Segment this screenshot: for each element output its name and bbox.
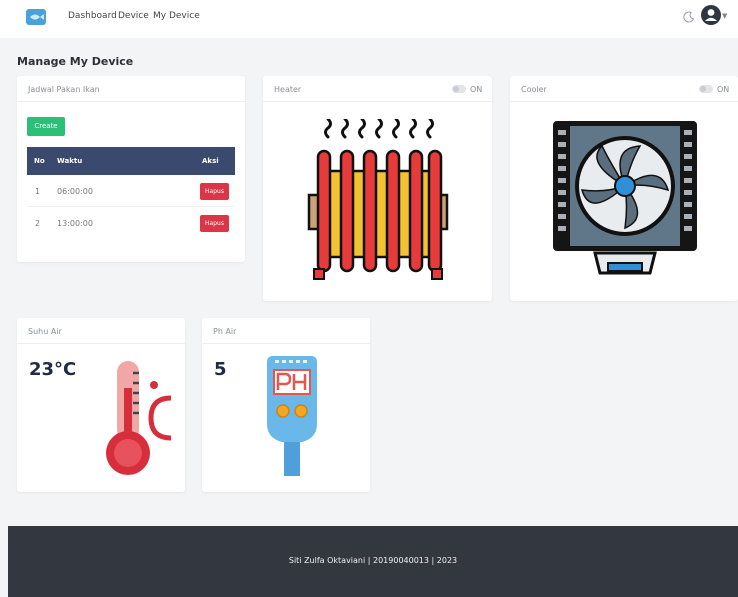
ph-meter-icon bbox=[267, 356, 317, 476]
schedule-card-title: Jadwal Pakan Ikan bbox=[28, 85, 100, 94]
heater-icon bbox=[307, 119, 449, 280]
cooler-toggle-label: ON bbox=[717, 85, 730, 94]
column-header-waktu: Waktu bbox=[57, 157, 83, 165]
water-ph-card: Ph Air 5 bbox=[202, 318, 370, 492]
table-row: 2 13:00:00 Hapus bbox=[27, 208, 235, 239]
footer-credit: Siti Zulfa Oktaviani | 20190040013 | 202… bbox=[288, 556, 458, 565]
table-header: No Waktu Aksi bbox=[27, 147, 235, 175]
heater-card-title: Heater bbox=[274, 85, 302, 94]
cooler-card: Cooler ON bbox=[510, 76, 738, 301]
nav-my-device-link[interactable]: My Device bbox=[153, 11, 200, 21]
nav-device-link[interactable]: Device bbox=[118, 11, 149, 21]
water-temperature-card: Suhu Air 23°C bbox=[17, 318, 185, 492]
card-header: Jadwal Pakan Ikan bbox=[17, 76, 245, 102]
water-ph-title: Ph Air bbox=[213, 327, 237, 336]
heater-toggle[interactable] bbox=[452, 85, 466, 93]
page-title: Manage My Device bbox=[17, 55, 134, 68]
top-navbar: Dashboard Device My Device ▼ bbox=[0, 0, 738, 38]
nav-dashboard-link[interactable]: Dashboard bbox=[68, 11, 117, 21]
moon-icon[interactable] bbox=[683, 11, 695, 23]
column-header-aksi: Aksi bbox=[202, 157, 219, 165]
row-time: 06:00:00 bbox=[57, 187, 93, 196]
heater-toggle-label: ON bbox=[470, 85, 483, 94]
delete-button[interactable]: Hapus bbox=[200, 215, 229, 232]
delete-button[interactable]: Hapus bbox=[200, 183, 229, 200]
heater-card: Heater ON bbox=[263, 76, 492, 301]
thermometer-icon bbox=[106, 361, 172, 475]
user-avatar-icon[interactable] bbox=[701, 5, 721, 25]
card-header: Suhu Air bbox=[17, 318, 185, 344]
chevron-down-icon[interactable]: ▼ bbox=[722, 12, 727, 20]
row-time: 13:00:00 bbox=[57, 219, 93, 228]
card-header: Ph Air bbox=[202, 318, 370, 344]
water-temperature-value: 23°C bbox=[29, 359, 77, 380]
column-header-no: No bbox=[34, 157, 45, 165]
cooler-fan-icon bbox=[553, 121, 697, 275]
water-ph-value: 5 bbox=[214, 359, 227, 380]
footer: Siti Zulfa Oktaviani | 20190040013 | 202… bbox=[8, 526, 738, 597]
fish-logo-icon[interactable] bbox=[26, 8, 46, 26]
cooler-toggle[interactable] bbox=[699, 85, 713, 93]
card-header: Heater ON bbox=[263, 76, 492, 102]
row-number: 1 bbox=[35, 187, 41, 196]
water-temperature-title: Suhu Air bbox=[28, 327, 62, 336]
table-row: 1 06:00:00 Hapus bbox=[27, 176, 235, 207]
create-button[interactable]: Create bbox=[27, 117, 65, 136]
card-header: Cooler ON bbox=[510, 76, 738, 102]
row-number: 2 bbox=[35, 219, 41, 228]
cooler-card-title: Cooler bbox=[521, 85, 547, 94]
